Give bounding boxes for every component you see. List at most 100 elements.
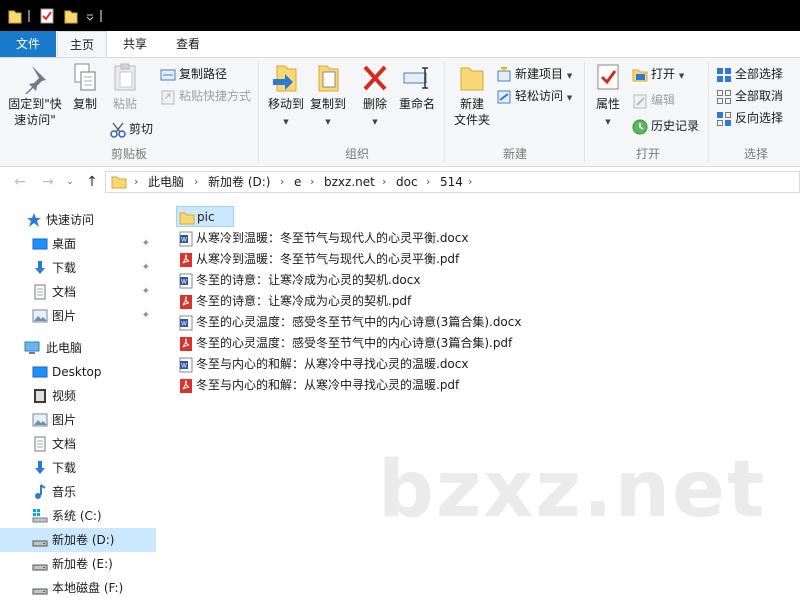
delete-icon	[363, 65, 387, 91]
copy-to-button[interactable]: 复制到 ▼	[306, 62, 350, 130]
desktop-icon	[32, 366, 48, 378]
move-to-button[interactable]: 移动到 ▼	[264, 62, 308, 130]
breadcrumb-separator-icon[interactable]: ›	[382, 172, 386, 192]
cut-button[interactable]: 剪切	[110, 119, 153, 139]
list-item-folder-pic[interactable]: pic	[176, 206, 234, 227]
copy-label: 复制	[72, 97, 97, 111]
nav-drive-d[interactable]: 新加卷 (D:)	[0, 528, 156, 552]
history-button[interactable]: 历史记录	[632, 116, 699, 136]
pin-icon	[25, 66, 46, 94]
folder-icon	[111, 176, 127, 189]
new-folder-quick-icon[interactable]	[64, 8, 78, 24]
breadcrumb-separator-icon[interactable]: ›	[468, 172, 472, 192]
paste-button[interactable]: 粘贴	[108, 62, 142, 112]
title-bar	[0, 0, 800, 31]
breadcrumb-separator-icon[interactable]: ›	[310, 172, 314, 192]
new-folder-icon	[460, 67, 484, 91]
pin-icon[interactable]: ✦	[142, 232, 150, 256]
scissors-icon	[110, 122, 126, 138]
download-icon	[35, 261, 45, 274]
nav-quick-access[interactable]: 快速访问	[0, 208, 156, 232]
properties-quick-icon[interactable]	[40, 8, 54, 24]
nav-pc-pictures[interactable]: 图片	[0, 408, 156, 432]
system-drive-icon	[32, 509, 48, 523]
nav-drive-c[interactable]: 系统 (C:)	[0, 504, 156, 528]
breadcrumb-drive-d[interactable]: 新加卷 (D:)	[208, 172, 270, 192]
invert-selection-button[interactable]: 反向选择	[716, 108, 783, 128]
nav-documents[interactable]: 文档 ✦	[0, 280, 156, 304]
svg-text:W: W	[181, 237, 187, 244]
edit-button[interactable]: 编辑	[632, 90, 675, 110]
breadcrumb-bzxz[interactable]: bzxz.net	[324, 172, 375, 192]
nav-drive-e[interactable]: 新加卷 (E:)	[0, 552, 156, 576]
select-all-label: 全部选择	[735, 67, 784, 81]
document-icon	[34, 436, 46, 452]
pdf-icon	[180, 337, 192, 351]
back-arrow-icon[interactable]: ←	[10, 172, 30, 192]
nav-drive-f[interactable]: 本地磁盘 (F:)	[0, 576, 156, 600]
nav-pictures[interactable]: 图片 ✦	[0, 304, 156, 328]
select-group-label: 选择	[743, 147, 768, 161]
properties-button[interactable]: 属性 ▼	[588, 62, 628, 130]
pin-quick-access-button[interactable]: 固定到"快速访问"	[4, 62, 66, 128]
folder-icon	[179, 212, 195, 225]
nav-music[interactable]: 音乐	[0, 480, 156, 504]
breadcrumb-e[interactable]: e	[294, 172, 301, 192]
nav-label: 图片	[52, 413, 77, 427]
breadcrumb-separator-icon[interactable]: ›	[134, 172, 138, 192]
nav-videos[interactable]: 视频	[0, 384, 156, 408]
pin-quick-access-label: 固定到"快速访问"	[8, 97, 62, 127]
tab-share[interactable]: 共享	[110, 31, 160, 57]
select-all-button[interactable]: 全部选择	[716, 64, 783, 84]
copy-button[interactable]: 复制	[68, 62, 102, 112]
nav-pc-desktop[interactable]: Desktop	[0, 360, 156, 384]
history-label: 历史记录	[651, 119, 700, 133]
nav-pc-downloads[interactable]: 下载	[0, 456, 156, 480]
copy-path-button[interactable]: 复制路径	[160, 64, 227, 84]
address-bar[interactable]: › 此电脑 › 新加卷 (D:) › e › bzxz.net › doc › …	[105, 171, 800, 193]
clipboard-group: 固定到"快速访问" 复制 粘贴 复制路径 粘贴快捷方式 剪切 剪贴板	[0, 58, 258, 166]
open-button[interactable]: 打开 ▼	[632, 64, 684, 84]
dropdown-arrow-icon: ▼	[283, 118, 289, 126]
new-folder-button[interactable]: 新建 文件夹	[450, 62, 494, 128]
properties-icon	[597, 64, 619, 90]
edit-icon	[633, 94, 647, 108]
select-none-label: 全部取消	[735, 89, 784, 103]
computer-icon	[24, 341, 40, 354]
recent-dropdown-icon[interactable]: ⌄	[60, 172, 80, 192]
open-group: 属性 ▼ 打开 ▼ 编辑 历史记录 打开	[588, 58, 708, 166]
nav-downloads[interactable]: 下载 ✦	[0, 256, 156, 280]
open-label: 打开	[651, 67, 676, 81]
tab-view[interactable]: 查看	[160, 31, 216, 57]
easy-access-label: 轻松访问	[515, 89, 564, 103]
pin-icon[interactable]: ✦	[142, 280, 150, 304]
new-item-button[interactable]: 新建项目 ▼	[496, 64, 572, 84]
rename-button[interactable]: 重命名	[396, 62, 438, 112]
breadcrumb-separator-icon[interactable]: ›	[280, 172, 284, 192]
video-icon	[34, 389, 46, 403]
easy-access-icon	[497, 90, 511, 103]
select-none-button[interactable]: 全部取消	[716, 86, 783, 106]
paste-shortcut-button[interactable]: 粘贴快捷方式	[160, 86, 251, 106]
customize-dropdown-icon[interactable]	[84, 8, 96, 24]
forward-arrow-icon[interactable]: →	[38, 172, 58, 192]
watermark: bzxz.net	[378, 445, 767, 535]
nav-this-pc[interactable]: 此电脑	[0, 336, 156, 360]
easy-access-button[interactable]: 轻松访问 ▼	[496, 86, 572, 106]
breadcrumb-doc[interactable]: doc	[396, 172, 418, 192]
breadcrumb-514[interactable]: 514	[440, 172, 463, 192]
nav-desktop[interactable]: 桌面 ✦	[0, 232, 156, 256]
nav-pc-documents[interactable]: 文档	[0, 432, 156, 456]
delete-button[interactable]: 删除 ▼	[358, 62, 392, 130]
pin-icon[interactable]: ✦	[142, 304, 150, 328]
breadcrumb-this-pc[interactable]: 此电脑	[148, 172, 184, 192]
breadcrumb-separator-icon[interactable]: ›	[194, 172, 198, 192]
pin-icon[interactable]: ✦	[142, 256, 150, 280]
nav-label: 本地磁盘 (F:)	[52, 581, 124, 595]
select-none-icon	[717, 89, 731, 104]
word-doc-icon: W	[179, 273, 193, 289]
tab-file[interactable]: 文件	[0, 31, 56, 57]
tab-home[interactable]: 主页	[57, 31, 107, 58]
breadcrumb-separator-icon[interactable]: ›	[426, 172, 430, 192]
up-arrow-icon[interactable]: ↑	[82, 172, 102, 192]
